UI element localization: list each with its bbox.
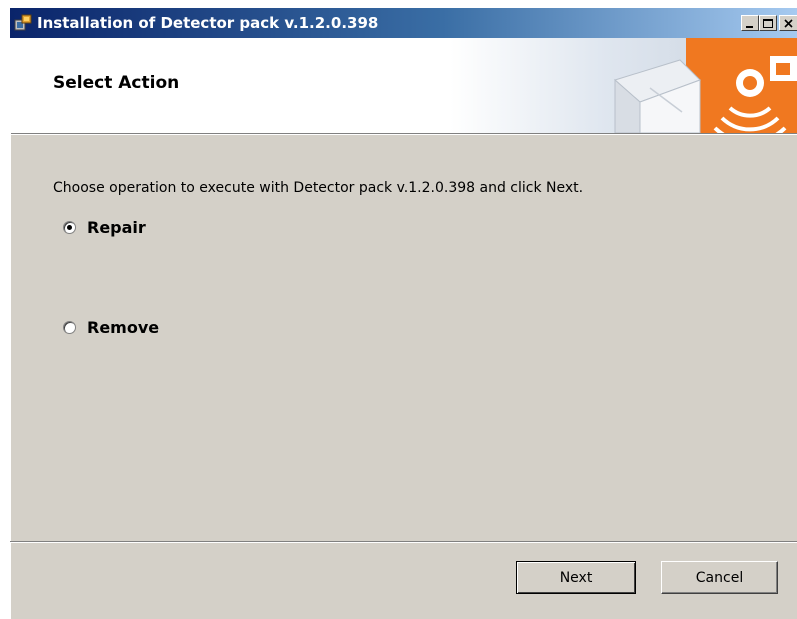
minimize-button[interactable] [741, 15, 759, 31]
installer-icon [14, 14, 32, 31]
title-bar[interactable]: Installation of Detector pack v.1.2.0.39… [10, 8, 797, 38]
installer-window: Installation of Detector pack v.1.2.0.39… [10, 8, 797, 619]
window-title: Installation of Detector pack v.1.2.0.39… [37, 14, 379, 32]
repair-option[interactable]: Repair [63, 216, 146, 238]
cancel-button[interactable]: Cancel [661, 561, 778, 594]
footer-divider [10, 541, 797, 543]
instruction-text: Choose operation to execute with Detecto… [53, 180, 584, 196]
maximize-icon [763, 19, 773, 28]
close-button[interactable] [779, 15, 797, 31]
remove-radio[interactable] [63, 320, 76, 334]
header-banner: Select Action [10, 38, 797, 133]
window-edge [10, 133, 11, 619]
repair-radio[interactable] [63, 220, 76, 234]
repair-label[interactable]: Repair [87, 218, 146, 237]
box-and-signal-graphic [450, 38, 797, 133]
header-divider [10, 133, 797, 135]
remove-label[interactable]: Remove [87, 318, 159, 337]
minimize-icon [746, 26, 753, 28]
maximize-button[interactable] [759, 15, 777, 31]
close-icon [784, 19, 793, 28]
page-title: Select Action [53, 73, 180, 93]
next-button[interactable]: Next [516, 561, 636, 594]
remove-option[interactable]: Remove [63, 316, 159, 338]
